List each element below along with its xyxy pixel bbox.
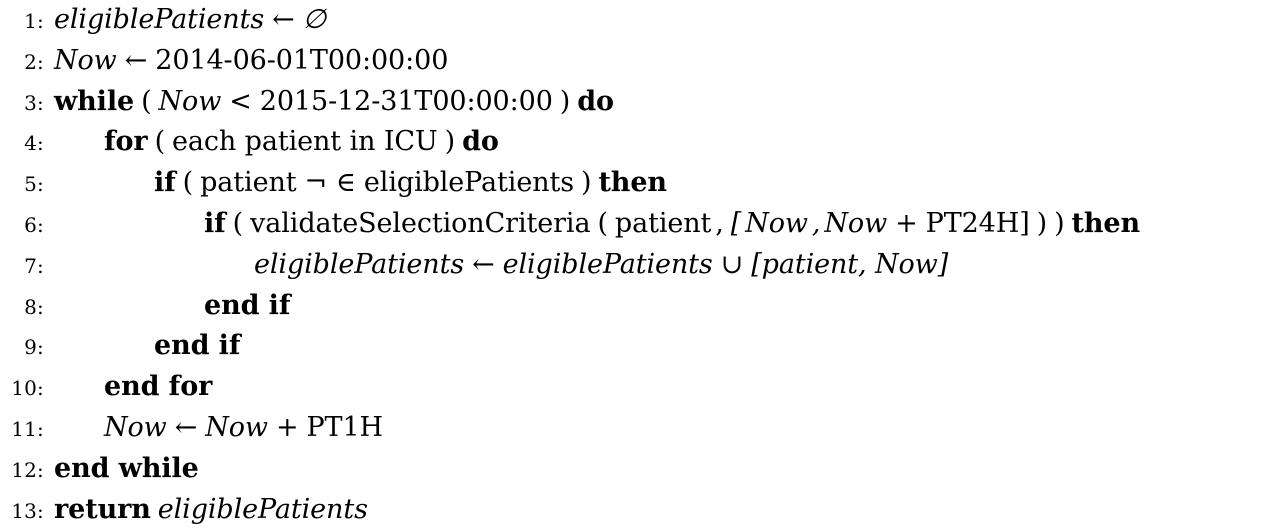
code-token-paren: (: [232, 207, 244, 239]
code-line: 4: for(each patient in ICU) do: [0, 122, 1280, 163]
code-line: 6: if(validateSelectionCriteria(patient,[…: [0, 204, 1280, 245]
code-token-op: ←: [174, 411, 198, 443]
code-token-kw: do: [577, 85, 614, 117]
code-token-paren: (: [141, 85, 152, 117]
code-token-op: <: [229, 85, 252, 117]
code-token-kw: end for: [104, 371, 213, 403]
code-token-kw: if: [204, 207, 226, 239]
code-token-var: Now: [104, 411, 167, 443]
code-line: 3: while(Now <2015-12-31T00:00:00) do: [0, 82, 1280, 123]
code-line-content: eligiblePatients ← eligiblePatients ∪ [patie…: [44, 245, 948, 286]
code-token-op: +: [275, 411, 299, 443]
code-token-kw: end while: [54, 452, 199, 484]
code-token-paren: (: [154, 126, 166, 158]
code-token-rm: ,: [715, 207, 724, 239]
code-token-kw: end if: [204, 289, 291, 321]
line-number: 10:: [11, 376, 44, 401]
line-number: 1:: [24, 9, 44, 33]
line-number: 4:: [24, 131, 44, 156]
code-token-var: Now: [158, 85, 222, 117]
code-token-op: +: [895, 207, 918, 239]
code-token-var: Now: [54, 44, 117, 76]
code-token-paren: ): [1036, 207, 1048, 239]
code-token-paren: ): [444, 126, 456, 158]
code-token-kw: then: [1071, 207, 1141, 239]
code-line-content: end for: [44, 367, 212, 408]
code-token-paren: ): [559, 85, 571, 117]
code-line: 10: end for: [0, 367, 1280, 408]
code-line-content: Now ← Now + PT1H: [44, 408, 383, 449]
code-token-var: [patient, Now]: [751, 248, 949, 280]
line-number: 6:: [24, 212, 44, 237]
code-token-var: eligiblePatients: [502, 248, 713, 280]
algorithm-pseudocode-listing: 1: eligiblePatients ← ∅ 2: Now ← 2014-06-01T00:…: [0, 0, 1280, 530]
line-number: 8:: [24, 294, 44, 319]
code-line: 1: eligiblePatients ← ∅: [0, 0, 1280, 41]
code-line: 5: if(patient ¬ ∈ eligiblePatients) then: [0, 163, 1280, 204]
code-line-content: end while: [44, 449, 199, 490]
code-token-var: [: [730, 207, 742, 239]
code-token-kw: for: [104, 126, 148, 158]
code-token-var: Now: [745, 207, 808, 239]
code-line-content: eligiblePatients ← ∅: [44, 0, 326, 41]
code-line: 11: Now ← Now + PT1H: [0, 408, 1280, 449]
code-token-var: eligiblePatients: [157, 493, 368, 525]
line-number: 3:: [24, 90, 44, 115]
code-line-content: Now ← 2014-06-01T00:00:00: [44, 41, 448, 82]
code-token-rm: patient: [614, 207, 712, 239]
code-token-paren: ): [581, 167, 592, 199]
code-token-op: ←: [472, 248, 495, 280]
code-token-rm: validateSelectionCriteria: [250, 207, 591, 239]
code-line: 13: return eligiblePatients: [0, 490, 1280, 531]
code-token-var: eligiblePatients: [54, 4, 265, 35]
code-token-rm: 2015-12-31T00:00:00: [259, 85, 553, 117]
code-line: 12: end while: [0, 449, 1280, 490]
code-token-op: ∈: [336, 167, 356, 199]
line-number: 11:: [11, 416, 44, 441]
code-token-kw: if: [154, 167, 176, 199]
code-token-paren: (: [597, 207, 608, 239]
code-token-op: ∪: [720, 248, 744, 280]
code-token-op: ←: [124, 44, 148, 76]
code-token-kw: end if: [154, 330, 241, 362]
code-token-op: ←: [272, 4, 295, 35]
code-token-paren: ): [1054, 207, 1065, 239]
code-line: 2: Now ← 2014-06-01T00:00:00: [0, 41, 1280, 82]
code-token-var: Now: [205, 411, 268, 443]
code-line: 9: end if: [0, 326, 1280, 367]
code-line-content: end if: [44, 326, 240, 367]
code-line-content: if(patient ¬ ∈ eligiblePatients) then: [44, 163, 667, 204]
code-token-rm: patient: [200, 167, 297, 199]
code-token-kw: do: [462, 126, 499, 158]
code-token-rm: each patient in ICU: [172, 126, 438, 158]
code-token-kw: then: [598, 167, 667, 199]
line-number: 7:: [24, 253, 44, 278]
code-line-content: return eligiblePatients: [44, 490, 368, 531]
line-number: 9:: [24, 335, 44, 360]
code-token-rm: PT24H]: [925, 207, 1030, 239]
code-token-var: eligiblePatients: [254, 248, 465, 280]
line-number: 5:: [24, 172, 44, 197]
code-token-var: ∅: [302, 4, 327, 35]
code-line-content: for(each patient in ICU) do: [44, 122, 499, 163]
code-token-rm: PT1H: [306, 411, 383, 443]
code-line-content: while(Now <2015-12-31T00:00:00) do: [44, 82, 614, 123]
line-number: 2:: [24, 49, 44, 74]
code-token-kw: while: [54, 85, 135, 117]
code-token-kw: return: [54, 493, 151, 525]
code-line: 8: end if: [0, 286, 1280, 327]
code-line-content: end if: [44, 286, 290, 327]
code-line-content: if(validateSelectionCriteria(patient,[No…: [44, 204, 1140, 245]
code-token-op: ¬: [304, 167, 328, 199]
code-line: 7: eligiblePatients ← eligiblePatients ∪ [pat…: [0, 245, 1280, 286]
code-token-paren: (: [182, 167, 194, 199]
code-token-rm: eligiblePatients: [363, 167, 574, 199]
line-number: 13:: [11, 498, 44, 523]
code-token-rm: 2014-06-01T00:00:00: [155, 44, 449, 76]
line-number: 12:: [11, 457, 44, 482]
code-token-var: ,: [811, 207, 821, 239]
code-token-var: Now: [824, 207, 888, 239]
